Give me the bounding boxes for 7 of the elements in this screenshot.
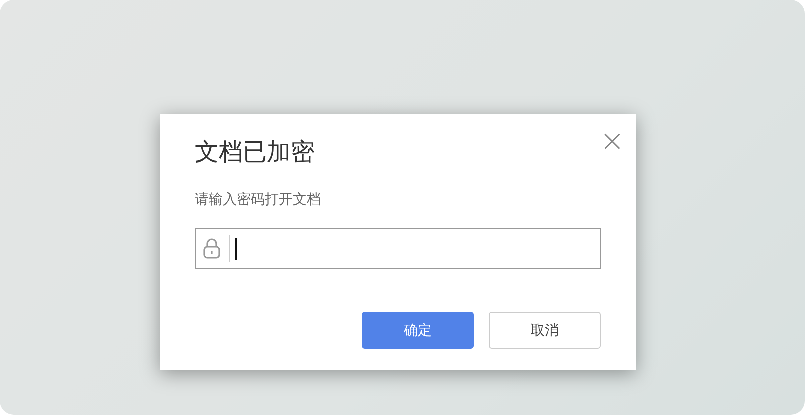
confirm-button[interactable]: 确定	[362, 312, 474, 349]
lock-icon	[203, 238, 221, 260]
close-button[interactable]: ×	[600, 130, 625, 158]
password-field[interactable]	[195, 228, 601, 269]
cancel-button[interactable]: 取消	[489, 312, 601, 349]
prompt-text: 请输入密码打开文档	[195, 191, 322, 210]
dialog-title: 文档已加密	[195, 137, 315, 168]
